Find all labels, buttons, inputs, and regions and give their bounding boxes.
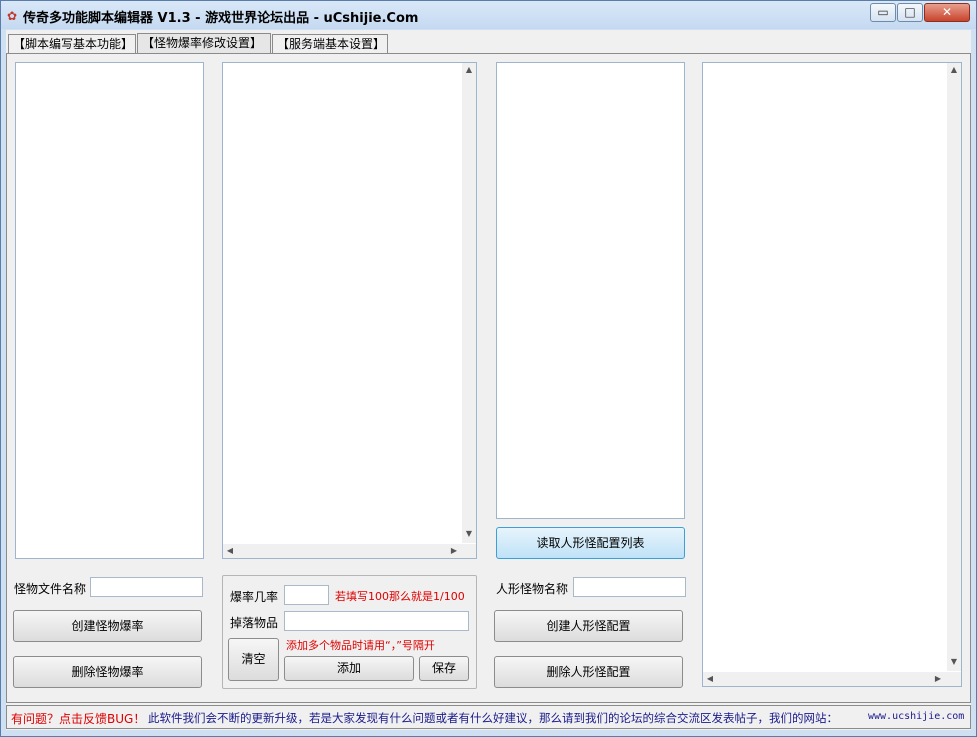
vertical-scrollbar[interactable]: ▲ ▼ [947,63,961,671]
tab-label: 【服务端基本设置】 [277,37,386,51]
window-title: 传奇多功能脚本编辑器 V1.3 - 游戏世界论坛出品 - uCshijie.Co… [23,11,419,26]
tab-label: 【怪物爆率修改设置】 [142,36,263,50]
scroll-right-icon[interactable]: ▶ [447,544,461,558]
rate-hint: 若填写100那么就是1/100 [335,590,465,603]
save-button[interactable]: 保存 [419,656,469,681]
scroll-left-icon[interactable]: ◀ [223,544,237,558]
delete-monster-droprate-button[interactable]: 删除怪物爆率 [13,656,202,688]
scroll-left-icon[interactable]: ◀ [703,672,717,686]
tab-label: 【脚本编写基本功能】 [13,37,134,51]
humanoid-config-list[interactable] [496,62,685,519]
horizontal-scrollbar[interactable]: ◀ ▶ [223,544,476,558]
read-humanoid-config-button[interactable]: 读取人形怪配置列表 [496,527,685,559]
scroll-down-icon[interactable]: ▼ [462,527,476,541]
website-link[interactable]: www.ucshijie.com [868,711,964,722]
rate-input[interactable] [284,585,329,605]
close-button[interactable]: ✕ [924,3,970,22]
feedback-link[interactable]: 有问题？点击反馈BUG！ [11,710,145,727]
title-bar[interactable]: ✿ 传奇多功能脚本编辑器 V1.3 - 游戏世界论坛出品 - uCshijie.… [1,1,976,29]
minimize-icon: ▭ [877,5,889,19]
scroll-right-icon[interactable]: ▶ [931,672,945,686]
humanoid-config-textarea[interactable]: ▲ ▼ ◀ ▶ [702,62,962,687]
status-bar: 有问题？点击反馈BUG！ 此软件我们会不断的更新升级，若是大家发现有什么问题或者… [6,705,971,729]
tab-script-basic[interactable]: 【脚本编写基本功能】 [8,34,136,54]
app-icon: ✿ [7,9,18,23]
close-icon: ✕ [941,5,953,19]
tab-monster-droprate[interactable]: 【怪物爆率修改设置】 [137,33,271,55]
maximize-button[interactable]: □ [897,3,923,22]
humanoid-name-label: 人形怪物名称 [496,582,569,596]
create-monster-droprate-button[interactable]: 创建怪物爆率 [13,610,202,642]
drop-item-input[interactable] [284,611,469,631]
droprate-content-textarea[interactable]: ▲ ▼ ◀ ▶ [222,62,477,559]
drop-item-label: 掉落物品 [230,616,279,630]
monster-file-name-input[interactable] [90,577,203,597]
scroll-up-icon[interactable]: ▲ [947,63,961,77]
create-humanoid-config-button[interactable]: 创建人形怪配置 [494,610,683,642]
maximize-icon: □ [904,5,916,19]
clear-button[interactable]: 清空 [228,638,279,681]
monster-file-name-label: 怪物文件名称 [14,582,87,596]
add-button[interactable]: 添加 [284,656,414,681]
tab-server-basic[interactable]: 【服务端基本设置】 [272,34,388,54]
delete-humanoid-config-button[interactable]: 删除人形怪配置 [494,656,683,688]
drop-item-hint: 添加多个物品时请用“，”号隔开 [286,639,435,652]
scroll-down-icon[interactable]: ▼ [947,655,961,669]
status-message: 此软件我们会不断的更新升级，若是大家发现有什么问题或者有什么好建议，那么请到我们… [148,711,838,725]
scroll-up-icon[interactable]: ▲ [462,63,476,77]
monster-file-list[interactable] [15,62,204,559]
humanoid-name-input[interactable] [573,577,686,597]
rate-label: 爆率几率 [230,590,279,604]
vertical-scrollbar[interactable]: ▲ ▼ [462,63,476,543]
horizontal-scrollbar[interactable]: ◀ ▶ [703,672,961,686]
minimize-button[interactable]: ▭ [870,3,896,22]
